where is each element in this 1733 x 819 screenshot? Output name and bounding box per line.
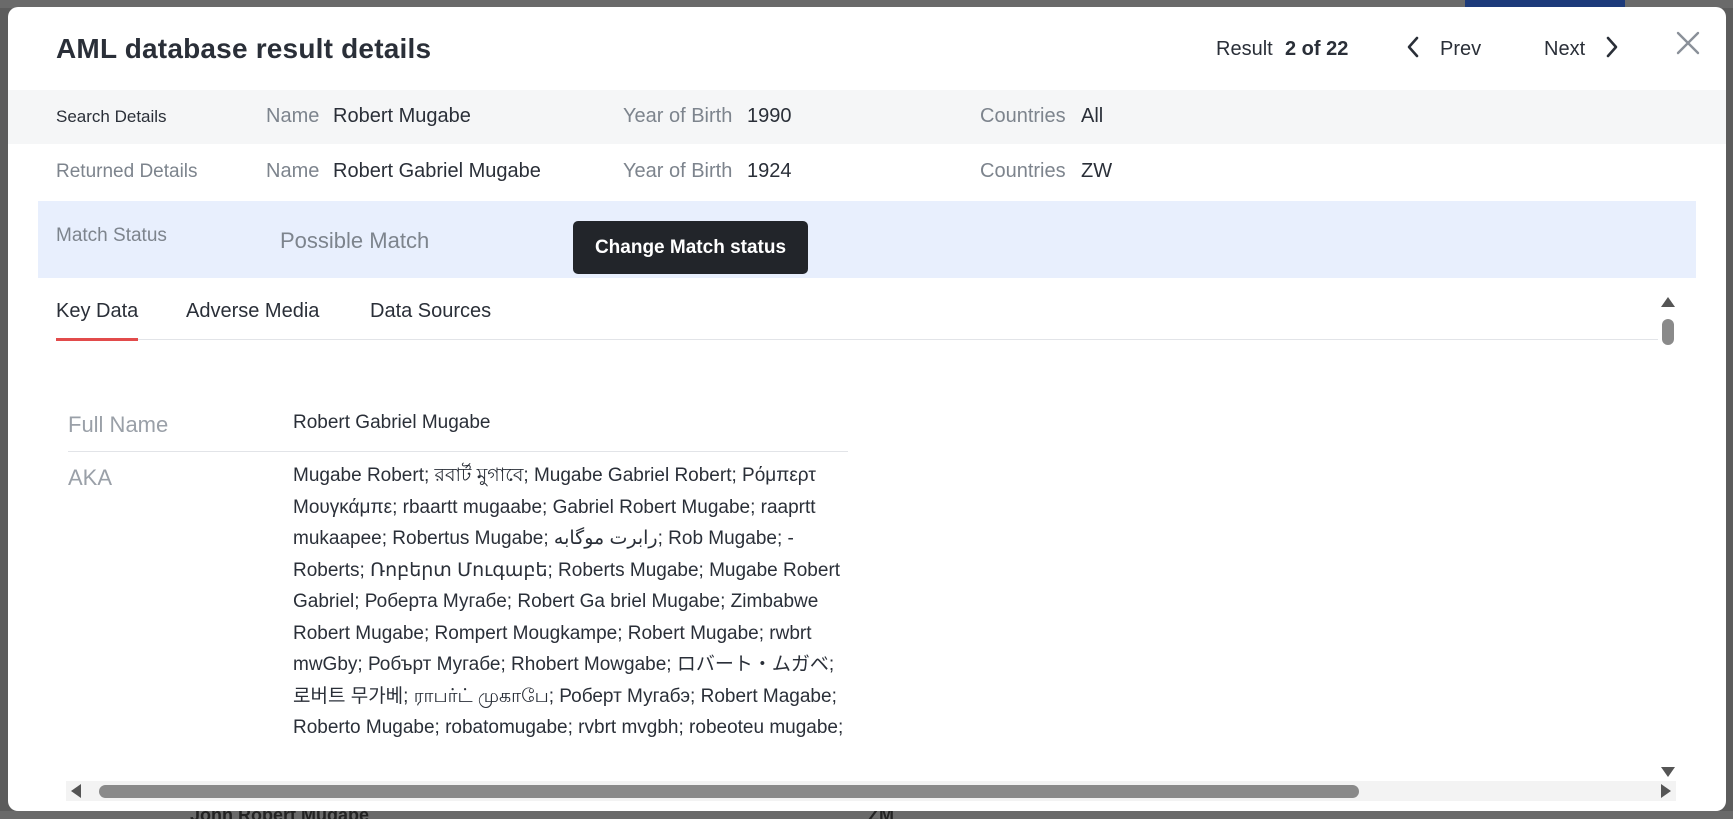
aka-row: AKA Mugabe Robert; রবার্ট মুগাবে; Mugabe… [68,457,848,782]
horizontal-scroll-thumb[interactable] [99,785,1359,798]
returned-details-label: Returned Details [56,161,198,182]
returned-name-value: Robert Gabriel Mugabe [333,160,541,182]
tab-key-data[interactable]: Key Data [56,295,139,341]
result-count: 2 of 22 [1285,38,1349,60]
next-button[interactable]: Next [1544,31,1619,67]
prev-button[interactable]: Prev [1406,31,1481,67]
horizontal-scrollbar[interactable] [66,781,1676,801]
prev-label: Prev [1440,37,1482,60]
search-countries-value: All [1081,105,1104,127]
scroll-left-arrow-icon[interactable] [71,784,81,798]
aml-result-modal: AML database result details Result 2 of … [8,7,1726,811]
returned-yob-label: Year of Birth [623,160,733,182]
full-name-value: Robert Gabriel Mugabe [293,412,491,433]
returned-countries-label: Countries [980,160,1066,182]
returned-details-row: Returned Details Name Robert Gabriel Mug… [8,144,1726,199]
returned-countries-value: ZW [1081,160,1113,182]
vertical-scrollbar[interactable] [1658,297,1678,777]
modal-title: AML database result details [56,33,432,64]
returned-yob-value: 1924 [747,160,792,182]
search-name-value: Robert Mugabe [333,105,471,127]
result-label: Result [1216,38,1273,60]
next-label: Next [1544,37,1586,60]
full-name-label: Full Name [68,412,169,437]
scroll-down-arrow-icon[interactable] [1661,767,1675,777]
match-status-row: Match Status Possible Match Change Match… [38,201,1696,278]
tab-adverse-media[interactable]: Adverse Media [186,295,319,340]
search-details-row: Search Details Name Robert Mugabe Year o… [8,90,1726,144]
search-name-label: Name [266,105,320,127]
scroll-right-arrow-icon[interactable] [1661,784,1671,798]
detail-tabs: Key Data Adverse Media Data Sources [56,295,1658,341]
returned-name-label: Name [266,160,320,182]
tab-data-sources[interactable]: Data Sources [370,295,491,340]
aka-value: Mugabe Robert; রবার্ট মুগাবে; Mugabe Gab… [293,465,844,738]
close-button[interactable] [1670,25,1706,61]
chevron-right-icon [1605,36,1619,63]
aka-label: AKA [68,465,113,490]
search-yob-label: Year of Birth [623,105,733,127]
vertical-scroll-thumb[interactable] [1662,319,1674,345]
match-status-label: Match Status [56,225,167,246]
search-countries-label: Countries [980,105,1066,127]
scroll-up-arrow-icon[interactable] [1661,297,1675,307]
change-match-status-button[interactable]: Change Match status [573,221,808,274]
search-details-label: Search Details [56,107,167,126]
search-yob-value: 1990 [747,105,792,127]
chevron-left-icon [1406,36,1420,63]
close-icon [1676,31,1700,55]
full-name-row: Full Name Robert Gabriel Mugabe [68,402,848,452]
match-status-value: Possible Match [280,228,430,253]
modal-header: AML database result details Result 2 of … [8,7,1726,90]
